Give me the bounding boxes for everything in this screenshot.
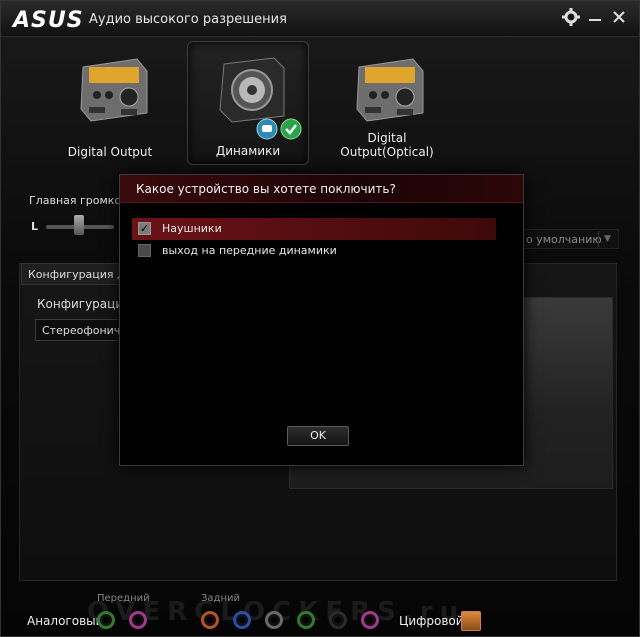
app-window: ASUS Аудио высокого разрешения Digital O… <box>0 0 640 637</box>
option-label: Наушники <box>162 222 222 235</box>
speaker-config-select[interactable]: Стереофоничес <box>35 319 131 341</box>
gear-icon[interactable] <box>561 8 581 28</box>
dialog-title: Какое устройство вы хотете поключить? <box>136 182 396 196</box>
digital-label: Цифровой <box>399 614 464 628</box>
front-jack-pink[interactable] <box>129 611 147 629</box>
dialog-header: Какое устройство вы хотете поключить? <box>120 175 523 203</box>
analog-label: Аналоговый <box>27 614 104 628</box>
app-title: Аудио высокого разрешения <box>89 12 287 27</box>
device-speakers[interactable]: Динамики <box>187 41 309 165</box>
digital-output-device-icon <box>80 58 148 122</box>
tab-speaker-config[interactable]: Конфигурация дин <box>21 263 139 285</box>
ok-button[interactable]: OK <box>287 426 349 446</box>
left-channel-label: L <box>31 220 39 233</box>
rear-jack-green[interactable] <box>297 611 315 629</box>
chat-bubble-icon[interactable] <box>256 118 278 140</box>
digital-output-icon[interactable] <box>461 611 481 631</box>
device-select-dialog: Какое устройство вы хотете поключить? ✓ … <box>119 174 524 466</box>
volume-slider-handle[interactable] <box>74 215 84 235</box>
check-icon <box>280 118 302 140</box>
default-device-dropdown[interactable]: о умолчанию ▼ <box>523 229 619 249</box>
rear-jack-black[interactable] <box>329 611 347 629</box>
chevron-down-icon[interactable]: ▼ <box>598 231 616 247</box>
option-headphones[interactable]: ✓ Наушники <box>132 218 496 240</box>
minimize-icon[interactable] <box>585 8 605 28</box>
close-icon[interactable] <box>609 8 629 28</box>
speaker-device-icon <box>219 57 285 123</box>
rear-jacks-label: Задний <box>201 593 240 604</box>
device-digital-output-optical[interactable]: Digital Output(Optical) <box>325 41 449 165</box>
front-jack-green[interactable] <box>97 611 115 629</box>
front-jacks-label: Передний <box>97 593 150 604</box>
default-dropdown-text: о умолчанию <box>526 233 602 246</box>
device-label: Digital Output <box>67 145 153 159</box>
checkbox-checked-icon[interactable]: ✓ <box>138 222 151 235</box>
rear-jack-orange[interactable] <box>201 611 219 629</box>
device-label: Digital Output(Optical) <box>340 131 434 159</box>
asus-logo: ASUS <box>13 8 84 33</box>
title-bar[interactable]: ASUS Аудио высокого разрешения <box>1 1 639 37</box>
option-front-speakers[interactable]: выход на передние динамики <box>132 240 496 262</box>
option-label: выход на передние динамики <box>162 244 337 257</box>
checkbox-unchecked-icon[interactable] <box>138 244 151 257</box>
rear-jack-gray[interactable] <box>265 611 283 629</box>
device-digital-output[interactable]: Digital Output <box>49 41 171 165</box>
rear-jack-blue[interactable] <box>233 611 251 629</box>
optical-output-device-icon <box>356 58 424 122</box>
rear-jack-pink[interactable] <box>361 611 379 629</box>
device-label: Динамики <box>215 144 281 158</box>
